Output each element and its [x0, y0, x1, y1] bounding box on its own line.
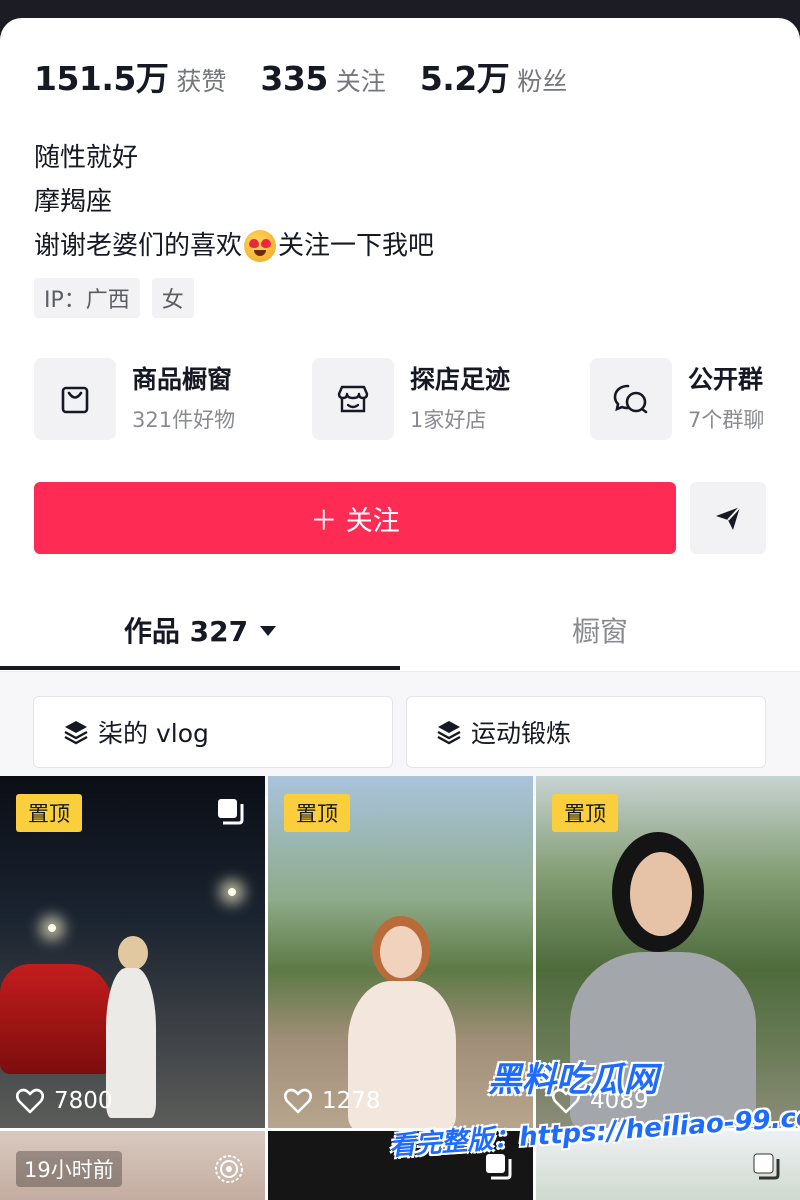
stat-following-value: 335	[260, 59, 328, 98]
stat-followers-value: 5.2万	[419, 59, 510, 98]
active-tab-indicator	[0, 666, 400, 670]
feature-entries: 商品橱窗 321件好物 探店足迹 1家好店 公开群 7个群聊	[34, 358, 800, 440]
pinned-badge: 置顶	[284, 794, 350, 832]
gender-tag: 女	[151, 278, 194, 318]
feature-store-title: 探店足迹	[410, 365, 511, 394]
pinned-badge: 置顶	[552, 794, 618, 832]
bio-line: 随性就好	[34, 143, 139, 173]
collection-vlog[interactable]: 柒的 vlog	[33, 696, 393, 768]
profile-tabs: 作品 327 橱窗	[0, 590, 800, 672]
stat-likes[interactable]: 151.5万 获赞	[34, 52, 226, 100]
collection-label: 运动锻炼	[471, 719, 572, 748]
like-count-value: 7800	[54, 1088, 113, 1114]
post-time-badge: 19小时前	[16, 1151, 122, 1187]
bag-icon	[34, 358, 116, 440]
tab-showcase[interactable]: 橱窗	[400, 590, 800, 670]
heart-icon	[16, 1088, 44, 1114]
stat-followers-label: 粉丝	[517, 67, 568, 96]
stat-followers[interactable]: 5.2万 粉丝	[420, 52, 567, 100]
stat-likes-value: 151.5万	[34, 59, 169, 98]
feature-showcase[interactable]: 商品橱窗 321件好物	[34, 358, 312, 440]
feature-store-sub: 1家好店	[410, 408, 487, 432]
collection-label: 柒的 vlog	[98, 719, 209, 748]
car-shape	[0, 964, 112, 1074]
feature-group-sub: 7个群聊	[688, 408, 765, 432]
layers-icon	[437, 721, 461, 745]
follow-button[interactable]: ＋ 关注	[34, 482, 676, 554]
heart-icon	[284, 1088, 312, 1114]
feature-showcase-sub: 321件好物	[132, 408, 236, 432]
profile-bio: 随性就好 摩羯座 谢谢老婆们的喜欢 关注一下我吧	[34, 136, 434, 268]
feature-group-title: 公开群	[688, 365, 764, 394]
ip-location-tag: IP：广西	[34, 278, 140, 318]
collection-workout[interactable]: 运动锻炼	[406, 696, 766, 768]
video-thumbnail[interactable]: 置顶 7800	[0, 776, 265, 1128]
bio-line: 谢谢老婆们的喜欢 关注一下我吧	[34, 224, 434, 268]
multi-image-icon	[753, 1153, 780, 1180]
profile-sheet: 151.5万 获赞 335 关注 5.2万 粉丝 随性就好 摩羯座 谢谢老婆们的…	[0, 18, 800, 1200]
like-count: 7800	[16, 1088, 113, 1114]
profile-tags: IP：广西 女	[34, 278, 206, 318]
like-count: 1278	[284, 1088, 381, 1114]
video-thumbnail[interactable]: 19小时前	[0, 1131, 265, 1200]
send-icon	[716, 506, 741, 530]
bio-text: 谢谢老婆们的喜欢	[34, 231, 243, 261]
chat-icon	[590, 358, 672, 440]
tab-works[interactable]: 作品 327	[0, 590, 400, 670]
bio-text: 关注一下我吧	[278, 231, 435, 261]
profile-stats: 151.5万 获赞 335 关注 5.2万 粉丝	[34, 52, 601, 100]
tab-works-label: 作品 327	[123, 615, 249, 648]
feature-public-group[interactable]: 公开群 7个群聊	[590, 358, 800, 440]
live-photo-icon	[215, 1155, 243, 1183]
stat-following-label: 关注	[335, 67, 386, 96]
status-bar	[0, 0, 800, 18]
heart-eyes-emoji-icon	[244, 230, 277, 262]
watermark-title: 黑料吃瓜网	[488, 1060, 658, 1100]
multi-image-icon	[218, 799, 244, 825]
share-button[interactable]	[690, 482, 766, 554]
stat-following[interactable]: 335 关注	[260, 59, 385, 98]
feature-showcase-title: 商品橱窗	[132, 365, 233, 394]
bio-line: 摩羯座	[34, 187, 113, 217]
stat-likes-label: 获赞	[176, 67, 227, 96]
store-icon	[312, 358, 394, 440]
pinned-badge: 置顶	[16, 794, 82, 832]
layers-icon	[64, 721, 88, 745]
like-count-value: 1278	[322, 1088, 381, 1114]
caret-down-icon	[260, 626, 277, 636]
feature-store-visits[interactable]: 探店足迹 1家好店	[312, 358, 590, 440]
